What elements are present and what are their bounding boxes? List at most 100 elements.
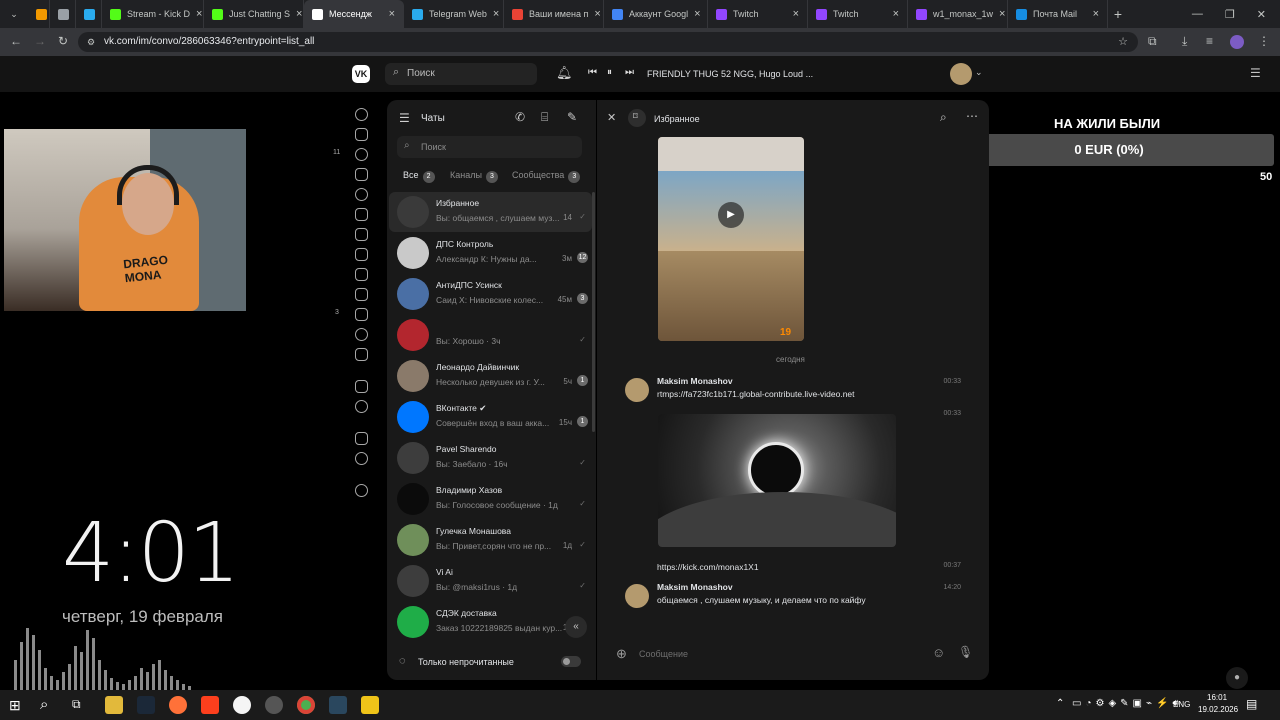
tab-close-icon[interactable]: × bbox=[793, 8, 799, 20]
tab-close-icon[interactable]: × bbox=[594, 8, 600, 20]
image-attachment[interactable] bbox=[658, 414, 896, 547]
chat-list-item[interactable]: ДПС Контроль Александр К: Нужны да... 3м 12 bbox=[389, 233, 592, 273]
browser-tab[interactable]: Stream - Kick D × bbox=[102, 0, 204, 28]
chat-list-item[interactable]: Гулечка Монашова Вы: Привет,сорян что не … bbox=[389, 520, 592, 560]
services-nav-icon[interactable] bbox=[355, 380, 368, 393]
chat-search-input[interactable]: ⌕ Поиск bbox=[397, 136, 582, 158]
search-icon[interactable]: ⌕ bbox=[40, 696, 48, 713]
notifications-bell-icon[interactable]: 🔔︎ bbox=[556, 65, 573, 81]
chat-bubble-icon[interactable]: ● bbox=[1226, 667, 1248, 689]
task-view-icon[interactable]: ⧉ bbox=[72, 697, 81, 712]
download-icon[interactable]: ⤓ bbox=[1182, 34, 1187, 49]
calls-nav-icon[interactable] bbox=[355, 168, 368, 181]
video-attachment[interactable]: ▶ 19 bbox=[658, 137, 804, 341]
photos-nav-icon[interactable] bbox=[355, 228, 368, 241]
message-author[interactable]: Maksim Monashov bbox=[657, 376, 733, 386]
games-nav-icon[interactable] bbox=[355, 308, 368, 321]
browser-tab[interactable]: Ваши имена п × bbox=[504, 0, 604, 28]
file-explorer-icon[interactable] bbox=[105, 696, 123, 714]
message-author-avatar[interactable] bbox=[625, 378, 649, 402]
close-window-icon[interactable]: ✕ bbox=[1257, 8, 1266, 21]
chat-filter-tab[interactable]: Каналы 3 bbox=[450, 170, 498, 183]
browser-tab[interactable]: Twitch × bbox=[808, 0, 908, 28]
notification-center-icon[interactable]: ▤ bbox=[1246, 697, 1257, 711]
yandex-icon[interactable] bbox=[201, 696, 219, 714]
documents-nav-icon[interactable] bbox=[355, 432, 368, 445]
browser-tab[interactable]: Just Chatting S × bbox=[204, 0, 304, 28]
tab-close-icon[interactable]: × bbox=[493, 8, 499, 20]
video-nav-icon[interactable] bbox=[355, 268, 368, 281]
pause-icon[interactable]: ⏸ bbox=[607, 67, 612, 78]
storage-nav-icon[interactable] bbox=[355, 400, 368, 413]
browser-menu-icon[interactable]: ⋮ bbox=[1258, 34, 1270, 48]
compose-icon[interactable]: ✎ bbox=[567, 110, 577, 124]
tray-chevron-icon[interactable]: ⌃ bbox=[1056, 698, 1064, 709]
chat-list-item[interactable]: ВКонтакте ✔ Совершён вход в ваш акка... 15… bbox=[389, 397, 592, 437]
collapse-button[interactable]: « bbox=[565, 616, 587, 638]
play-icon[interactable]: ▶ bbox=[718, 202, 744, 228]
browser-tab[interactable]: Почта Mail × bbox=[1008, 0, 1108, 28]
browser-tab[interactable] bbox=[50, 0, 76, 28]
vk-logo[interactable]: VK bbox=[352, 65, 370, 83]
message-author[interactable]: Maksim Monashov bbox=[657, 582, 733, 592]
browser-tab[interactable] bbox=[28, 0, 50, 28]
chat-list-item[interactable]: Избранное Вы: общаемся , слушаем муз... 14… bbox=[389, 192, 592, 232]
profile-avatar[interactable] bbox=[1230, 35, 1244, 49]
taskbar-date[interactable]: 19.02.2026 bbox=[1198, 705, 1238, 714]
market-nav-icon[interactable] bbox=[355, 348, 368, 361]
attach-icon[interactable]: ⊕ bbox=[616, 646, 627, 662]
microphone-icon[interactable]: 🎙︎ bbox=[958, 645, 973, 659]
music-nav-icon[interactable] bbox=[355, 248, 368, 261]
help-nav-icon[interactable] bbox=[355, 452, 368, 465]
minimize-icon[interactable]: — bbox=[1192, 8, 1203, 20]
tab-search-button[interactable]: ⌄ bbox=[0, 0, 28, 28]
steam-app-icon[interactable] bbox=[329, 696, 347, 714]
header-search[interactable]: ⌕ Поиск bbox=[385, 63, 537, 85]
tab-close-icon[interactable]: × bbox=[296, 8, 302, 20]
communities-nav-icon[interactable] bbox=[355, 208, 368, 221]
yandex-browser-icon[interactable] bbox=[233, 696, 251, 714]
tab-close-icon[interactable]: × bbox=[893, 8, 899, 20]
news-nav-icon[interactable] bbox=[355, 128, 368, 141]
now-playing-title[interactable]: FRIENDLY THUG 52 NGG, Hugo Loud ... bbox=[647, 69, 813, 79]
tab-close-icon[interactable]: × bbox=[694, 8, 700, 20]
windows-start-icon[interactable]: ⊞ bbox=[9, 697, 21, 714]
profile-nav-icon[interactable] bbox=[355, 108, 368, 121]
browser-tab[interactable]: Twitch × bbox=[708, 0, 808, 28]
browser-tab[interactable]: Мессендж × bbox=[304, 0, 404, 28]
emoji-icon[interactable]: ☺ bbox=[932, 645, 945, 660]
media-control-icon[interactable]: ≡ bbox=[1206, 34, 1213, 48]
chat-list-item[interactable]: СДЭК доставка Заказ 10222189825 выдан кур… bbox=[389, 602, 592, 642]
chat-list-item[interactable]: Владимир Хазов Вы: Голосовое сообщение · … bbox=[389, 479, 592, 519]
app-icon[interactable] bbox=[361, 696, 379, 714]
address-bar[interactable]: ⚙ vk.com/im/convo/286063346?entrypoint=l… bbox=[78, 32, 1138, 52]
chat-list-item[interactable]: Pavel Sharendo Вы: Заебало · 16ч ✓ bbox=[389, 438, 592, 478]
call-icon[interactable]: ✆ bbox=[515, 110, 525, 124]
chat-filter-tab[interactable]: Сообщества 3 bbox=[512, 170, 581, 183]
obs-icon[interactable] bbox=[265, 696, 283, 714]
stickers-nav-icon[interactable] bbox=[355, 328, 368, 341]
close-icon[interactable]: ✕ bbox=[607, 111, 616, 124]
next-track-icon[interactable]: ⏭ bbox=[625, 67, 634, 78]
search-icon[interactable]: ⌕ bbox=[940, 110, 947, 125]
forward-icon[interactable]: → bbox=[34, 34, 46, 48]
friends-nav-icon[interactable] bbox=[355, 188, 368, 201]
reload-icon[interactable]: ↻ bbox=[58, 34, 68, 48]
extensions-icon[interactable]: ⧉ bbox=[1148, 34, 1157, 49]
tab-close-icon[interactable]: × bbox=[1093, 8, 1099, 20]
tab-close-icon[interactable]: × bbox=[999, 8, 1005, 20]
firefox-icon[interactable] bbox=[169, 696, 187, 714]
bookmark-star-icon[interactable]: ☆ bbox=[1118, 32, 1128, 52]
message-author-avatar[interactable] bbox=[625, 584, 649, 608]
chevron-down-icon[interactable]: ⌄ bbox=[975, 67, 983, 78]
previous-track-icon[interactable]: ⏮ bbox=[588, 67, 597, 78]
new-tab-button[interactable]: + bbox=[1108, 6, 1128, 22]
browser-tab[interactable] bbox=[76, 0, 102, 28]
tab-close-icon[interactable]: × bbox=[389, 8, 395, 20]
menu-icon[interactable]: ☰ bbox=[399, 111, 410, 125]
back-icon[interactable]: ← bbox=[10, 34, 22, 48]
message-input[interactable]: Сообщение bbox=[635, 646, 925, 662]
clips-nav-icon[interactable] bbox=[355, 288, 368, 301]
archive-icon[interactable]: ⌸ bbox=[541, 110, 548, 125]
scrollbar[interactable] bbox=[592, 192, 595, 432]
